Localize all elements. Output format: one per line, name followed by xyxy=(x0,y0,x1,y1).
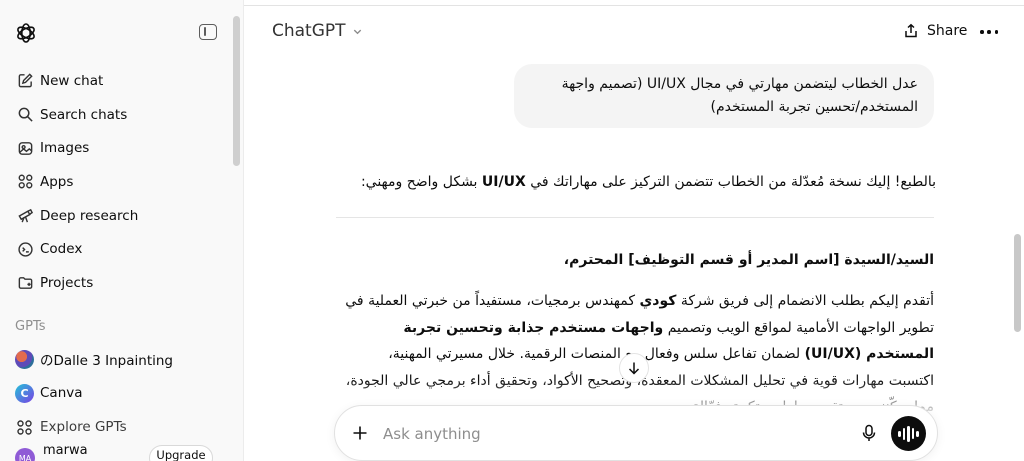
sidebar-item-deep-research[interactable]: Deep research xyxy=(0,199,232,233)
letter-salutation: السيد/السيدة [اسم المدير أو قسم التوظيف]… xyxy=(563,252,934,268)
chevron-down-icon xyxy=(353,29,361,34)
scroll-to-bottom-button[interactable] xyxy=(619,353,649,383)
gpt-item-label: Explore GPTs xyxy=(40,419,127,435)
sidebar-nav: New chat Search chats Images Apps Deep r… xyxy=(0,64,232,300)
user-message-text: عدل الخطاب ليتضمن مهارتي في مجال UI/UX (… xyxy=(561,76,918,115)
message-composer xyxy=(334,405,938,461)
sidebar-item-images[interactable]: Images xyxy=(0,131,232,165)
main-scrollbar[interactable] xyxy=(1014,234,1021,332)
sidebar-item-search-chats[interactable]: Search chats xyxy=(0,98,232,132)
user-message-bubble: عدل الخطاب ليتضمن مهارتي في مجال UI/UX (… xyxy=(514,64,934,128)
sidebar-item-label: Search chats xyxy=(40,106,128,123)
plus-icon[interactable] xyxy=(350,423,370,443)
folder-icon xyxy=(16,274,34,292)
user-name: marwa xyxy=(43,443,88,458)
telescope-icon xyxy=(16,207,34,225)
share-label: Share xyxy=(927,23,968,39)
arrow-down-icon xyxy=(628,362,640,375)
share-button[interactable]: Share xyxy=(903,23,967,39)
intro-bold-text: UI/UX xyxy=(481,174,526,190)
gpts-list: のDalle 3 Inpainting C Canva Explore GPTs xyxy=(0,342,232,444)
share-icon xyxy=(905,23,917,38)
intro-text-end: بشكل واضح ومهني: xyxy=(360,174,482,190)
explore-icon xyxy=(15,418,34,437)
avatar: MA xyxy=(15,448,35,461)
divider xyxy=(336,217,934,218)
model-label: ChatGPT xyxy=(272,21,346,41)
dalle-avatar xyxy=(15,349,34,369)
model-selector[interactable]: ChatGPT xyxy=(272,21,363,41)
sidebar-item-label: Deep research xyxy=(40,207,139,224)
sidebar-item-label: Images xyxy=(40,140,90,157)
apps-icon xyxy=(16,173,34,191)
sidebar: New chat Search chats Images Apps Deep r… xyxy=(0,0,244,461)
sidebar-item-projects[interactable]: Projects xyxy=(0,266,232,300)
assistant-intro: بالطبع! إليك نسخة مُعدّلة من الخطاب تتضم… xyxy=(336,171,936,193)
para-bold-text: كودي xyxy=(639,293,677,309)
openai-logo-icon[interactable] xyxy=(14,21,38,45)
codex-icon xyxy=(16,240,34,258)
voice-mode-button[interactable] xyxy=(891,416,926,451)
canva-avatar: C xyxy=(15,383,34,403)
sidebar-item-label: Codex xyxy=(40,241,83,258)
more-options-icon[interactable] xyxy=(980,22,998,42)
new-chat-icon xyxy=(16,72,34,90)
prompt-input[interactable] xyxy=(383,423,843,445)
images-icon xyxy=(16,139,34,157)
gpts-section-label: GPTs xyxy=(15,319,46,334)
upgrade-button[interactable]: Upgrade xyxy=(149,445,213,461)
gpt-item-label: のDalle 3 Inpainting xyxy=(40,353,174,369)
sidebar-toggle-icon[interactable] xyxy=(199,24,217,40)
sidebar-item-codex[interactable]: Codex xyxy=(0,232,232,266)
sidebar-scrollbar[interactable] xyxy=(233,16,240,166)
sidebar-item-label: New chat xyxy=(40,72,104,89)
sidebar-item-label: Projects xyxy=(40,274,94,291)
para-text: أتقدم إليكم بطلب الانضمام إلى فريق شركة xyxy=(676,293,934,309)
intro-text-start: بالطبع! إليك نسخة مُعدّلة من الخطاب تتضم… xyxy=(525,174,936,190)
sidebar-item-new-chat[interactable]: New chat xyxy=(0,64,232,98)
gpt-item-label: Canva xyxy=(40,385,83,401)
gpt-item-dalle-inpainting[interactable]: のDalle 3 Inpainting xyxy=(0,342,232,376)
sidebar-item-apps[interactable]: Apps xyxy=(0,165,232,199)
user-account-row[interactable]: MA marwa Upgrade xyxy=(0,438,243,461)
sidebar-item-label: Apps xyxy=(40,173,74,190)
search-icon xyxy=(16,106,34,124)
microphone-icon[interactable] xyxy=(859,423,879,443)
chatgpt-app: New chat Search chats Images Apps Deep r… xyxy=(0,0,1024,461)
gpt-item-canva[interactable]: C Canva xyxy=(0,376,232,410)
